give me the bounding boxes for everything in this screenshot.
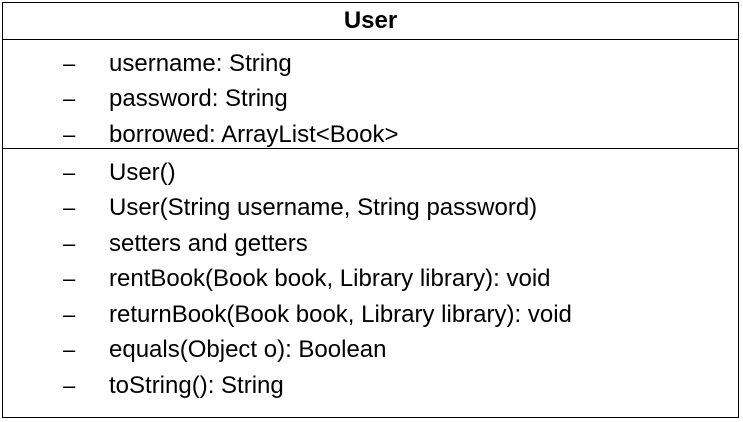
- visibility-marker: –: [63, 372, 76, 398]
- visibility-marker: –: [63, 159, 76, 185]
- method-text: setters and getters: [109, 229, 308, 257]
- attribute-text: username: String: [109, 49, 292, 77]
- visibility-marker: –: [63, 266, 76, 292]
- visibility-marker: –: [63, 337, 76, 363]
- method-text: rentBook(Book book, Library library): vo…: [109, 265, 551, 293]
- attribute-text: password: String: [109, 85, 288, 113]
- method-text: equals(Object o): Boolean: [109, 336, 387, 364]
- visibility-marker: –: [63, 50, 76, 76]
- visibility-marker: –: [63, 230, 76, 256]
- visibility-marker: –: [63, 195, 76, 221]
- method-row: – equals(Object o): Boolean: [3, 333, 738, 369]
- attributes-compartment: – username: String – password: String – …: [3, 40, 738, 149]
- method-text: User(String username, String password): [109, 194, 538, 222]
- method-row: – toString(): String: [3, 368, 738, 404]
- method-text: returnBook(Book book, Library library): …: [109, 300, 572, 328]
- attribute-row: – username: String: [3, 46, 738, 82]
- method-row: – User(): [3, 155, 738, 191]
- attribute-text: borrowed: ArrayList<Book>: [109, 120, 399, 148]
- attribute-row: – password: String: [3, 82, 738, 118]
- method-text: toString(): String: [109, 371, 284, 399]
- method-row: – returnBook(Book book, Library library)…: [3, 297, 738, 333]
- methods-compartment: – User() – User(String username, String …: [3, 149, 738, 404]
- visibility-marker: –: [63, 121, 76, 147]
- visibility-marker: –: [63, 301, 76, 327]
- method-text: User(): [109, 158, 176, 186]
- class-name: User: [343, 7, 398, 34]
- visibility-marker: –: [63, 86, 76, 112]
- method-row: – setters and getters: [3, 226, 738, 262]
- method-row: – rentBook(Book book, Library library): …: [3, 262, 738, 298]
- uml-class-box: User – username: String – password: Stri…: [2, 2, 739, 418]
- attribute-row: – borrowed: ArrayList<Book>: [3, 117, 738, 153]
- class-name-compartment: User: [3, 3, 738, 40]
- method-row: – User(String username, String password): [3, 191, 738, 227]
